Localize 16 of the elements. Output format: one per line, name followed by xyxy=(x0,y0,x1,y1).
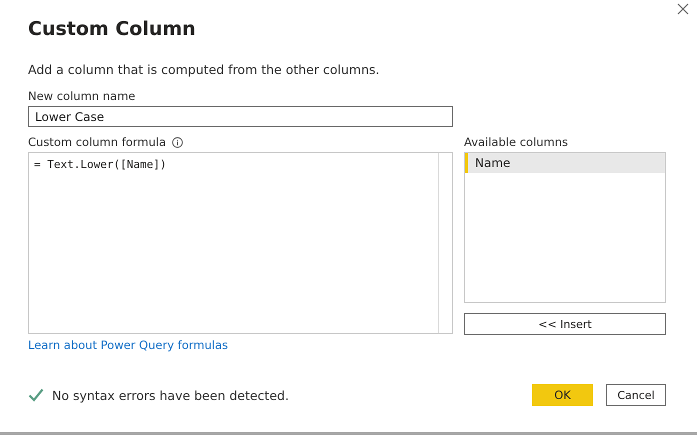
cancel-button[interactable]: Cancel xyxy=(606,384,666,406)
status-message: No syntax errors have been detected. xyxy=(52,388,289,402)
dialog-description: Add a column that is computed from the other columns. xyxy=(28,62,380,77)
help-link[interactable]: Learn about Power Query formulas xyxy=(28,338,228,352)
field-label: New column name xyxy=(28,89,136,103)
insert-button[interactable]: << Insert xyxy=(464,313,666,335)
formula-editor[interactable]: = Text.Lower([Name]) xyxy=(28,152,453,334)
dialog-title: Custom Column xyxy=(28,18,197,42)
formula-text: = Text.Lower([Name]) xyxy=(34,158,166,171)
list-label: Available columns xyxy=(464,135,570,149)
list-item[interactable]: Name xyxy=(465,153,665,173)
ok-button[interactable]: OK xyxy=(532,384,593,406)
close-icon[interactable] xyxy=(677,3,689,15)
info-icon[interactable] xyxy=(172,136,184,148)
field-label: Custom column formula xyxy=(28,135,166,149)
column-name-field[interactable]: Lower Case xyxy=(28,106,453,127)
